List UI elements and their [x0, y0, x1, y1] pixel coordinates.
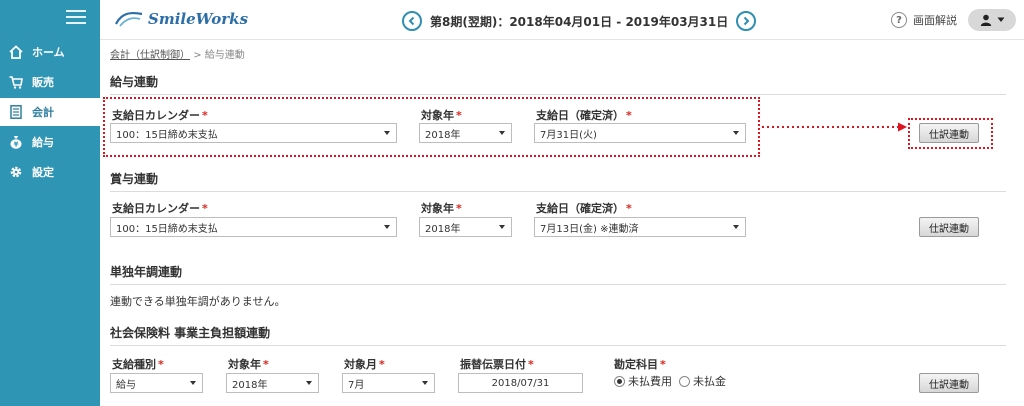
sidebar-item-label: 設定 — [32, 166, 54, 179]
required-mark: * — [660, 358, 666, 371]
salary-calendar-select[interactable]: 100：15日締め末支払 — [110, 123, 397, 143]
dropdown-caret-icon — [384, 131, 390, 135]
bonus-year-select[interactable]: 2018年 — [419, 217, 512, 237]
cart-icon — [8, 74, 24, 90]
caret-down-icon — [997, 17, 1004, 22]
account-radio-accounts-payable[interactable] — [679, 375, 690, 387]
sidebar-item-label: ホーム — [32, 46, 65, 59]
account-radio-group: 未払費用 未払金 — [614, 373, 726, 389]
chevron-left-icon — [408, 16, 415, 26]
pay-type-label: 支給種別 * — [112, 358, 164, 371]
social-insurance-section-title: 社会保険料 事業主負担額連動 — [110, 324, 1006, 346]
app-logo[interactable]: SmileWorks — [114, 10, 248, 28]
ledger-icon — [8, 104, 24, 120]
year-end-section-title: 単独年調連動 — [110, 263, 1006, 285]
highlight-arrow — [762, 122, 907, 132]
bonus-calendar-label: 支給日カレンダー * — [112, 202, 208, 215]
required-mark: * — [158, 358, 164, 371]
dropdown-caret-icon — [499, 225, 505, 229]
account-option-label: 未払費用 — [628, 375, 672, 388]
dropdown-caret-icon — [422, 381, 428, 385]
sidebar-item-label: 販売 — [32, 76, 54, 89]
sidebar-item-label: 給与 — [32, 136, 54, 149]
next-period-button[interactable] — [736, 11, 757, 31]
bonus-section-title: 賞与連動 — [110, 170, 1006, 192]
social-month-label: 対象月 * — [344, 358, 385, 371]
fiscal-period-nav: 第8期(翌期)：2018年04月01日 - 2019年03月31日 — [402, 10, 757, 32]
user-icon — [980, 14, 991, 26]
bonus-year-label: 対象年 * — [421, 202, 462, 215]
help-link[interactable]: ? 画面解説 — [891, 12, 957, 28]
social-year-select[interactable]: 2018年 — [226, 373, 319, 393]
account-label: 勘定科目 * — [614, 358, 666, 371]
dropdown-caret-icon — [733, 225, 739, 229]
breadcrumb-link-accounting[interactable]: 会計（仕訳制御） — [110, 50, 190, 61]
sidebar-item-label: 会計 — [32, 106, 54, 119]
user-menu-button[interactable] — [968, 9, 1016, 31]
transfer-date-input[interactable]: 2018/07/31 — [458, 373, 583, 393]
sidebar: ホーム 販売 会計 ¥ 給与 設定 — [0, 0, 100, 406]
salary-year-label: 対象年 * — [421, 109, 462, 122]
account-option-label: 未払金 — [693, 375, 726, 388]
required-mark: * — [263, 358, 269, 371]
salary-payday-select[interactable]: 7月31日(火) — [534, 123, 746, 143]
required-mark: * — [456, 109, 462, 122]
breadcrumb-current: 給与連動 — [204, 50, 245, 61]
money-bag-icon: ¥ — [8, 134, 24, 150]
smileworks-logo-icon — [115, 11, 143, 27]
fiscal-period-label: 第8期(翌期)：2018年04月01日 - 2019年03月31日 — [430, 14, 729, 29]
salary-calendar-label: 支給日カレンダー * — [112, 109, 208, 122]
question-icon: ? — [891, 12, 907, 28]
account-radio-accrued-expenses[interactable] — [614, 375, 625, 387]
breadcrumb: 会計（仕訳制御） > 給与連動 — [110, 46, 245, 61]
bonus-payday-label: 支給日（確定済） * — [536, 202, 632, 215]
bonus-payday-select[interactable]: 7月13日(金) ※連動済 — [534, 217, 746, 237]
sidebar-item-accounting[interactable]: 会計 — [0, 98, 100, 126]
social-journal-link-button[interactable]: 仕訳連動 — [919, 373, 979, 393]
required-mark: * — [202, 202, 208, 215]
year-end-empty-message: 連動できる単独年調がありません。 — [110, 295, 286, 308]
dropdown-caret-icon — [733, 131, 739, 135]
dropdown-caret-icon — [306, 381, 312, 385]
dropdown-caret-icon — [384, 225, 390, 229]
sidebar-item-sales[interactable]: 販売 — [0, 68, 100, 96]
hamburger-menu-icon[interactable] — [66, 10, 86, 26]
social-year-label: 対象年 * — [228, 358, 269, 371]
dropdown-caret-icon — [499, 131, 505, 135]
bonus-calendar-select[interactable]: 100：15日締め末支払 — [110, 217, 397, 237]
pay-type-select[interactable]: 給与 — [110, 373, 203, 393]
home-icon — [8, 44, 24, 60]
sidebar-item-home[interactable]: ホーム — [0, 38, 100, 66]
breadcrumb-separator: > — [193, 50, 202, 61]
required-mark: * — [379, 358, 385, 371]
required-mark: * — [456, 202, 462, 215]
required-mark: * — [626, 109, 632, 122]
logo-text: SmileWorks — [148, 10, 249, 28]
required-mark: * — [202, 109, 208, 122]
sidebar-item-payroll[interactable]: ¥ 給与 — [0, 128, 100, 156]
gear-icon — [8, 164, 24, 180]
bonus-journal-link-button[interactable]: 仕訳連動 — [919, 217, 979, 237]
chevron-right-icon — [744, 16, 750, 26]
svg-text:¥: ¥ — [14, 141, 19, 149]
required-mark: * — [528, 358, 534, 371]
salary-year-select[interactable]: 2018年 — [419, 123, 512, 143]
salary-payday-label: 支給日（確定済） * — [536, 109, 632, 122]
previous-period-button[interactable] — [402, 11, 422, 31]
dropdown-caret-icon — [190, 381, 196, 385]
sidebar-item-settings[interactable]: 設定 — [0, 158, 100, 186]
top-header: SmileWorks 第8期(翌期)：2018年04月01日 - 2019年03… — [100, 0, 1024, 40]
help-label: 画面解説 — [913, 14, 957, 27]
salary-journal-link-button[interactable]: 仕訳連動 — [919, 123, 979, 143]
required-mark: * — [626, 202, 632, 215]
salary-section-title: 給与連動 — [110, 73, 1006, 95]
social-month-select[interactable]: 7月 — [342, 373, 435, 393]
transfer-date-label: 振替伝票日付 * — [460, 358, 534, 371]
